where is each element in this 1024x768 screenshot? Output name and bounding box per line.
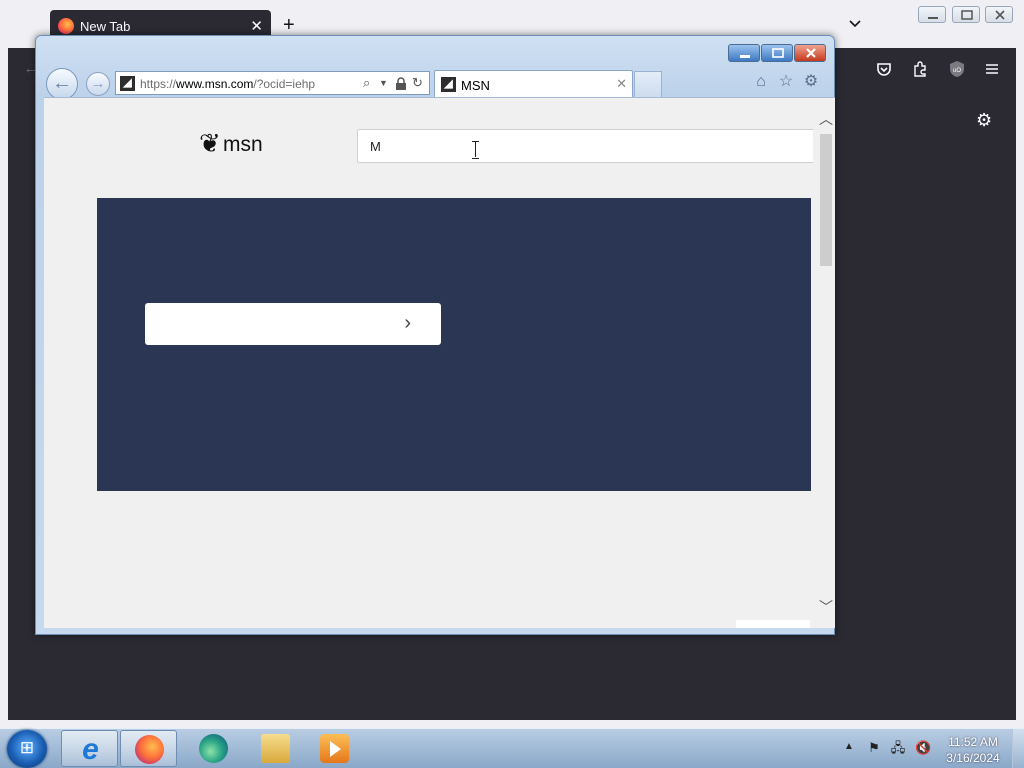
volume-muted-icon[interactable]: 🔇 (915, 740, 931, 756)
show-hidden-icons-icon[interactable]: ▲ (844, 741, 854, 752)
msn-search-box[interactable] (357, 129, 813, 163)
close-icon (806, 48, 816, 58)
lock-icon[interactable] (395, 77, 407, 90)
taskbar-edge[interactable] (185, 730, 242, 767)
ie-minimize-button[interactable] (728, 44, 760, 62)
restore-icon (961, 10, 973, 20)
favorites-star-icon[interactable]: ☆ (777, 73, 795, 91)
internet-explorer-icon: e (82, 733, 99, 766)
clock-date: 3/16/2024 (946, 751, 1000, 765)
edge-icon (199, 734, 228, 763)
ie-restore-button[interactable] (761, 44, 793, 62)
feedback-tab[interactable] (736, 620, 810, 628)
back-arrow-icon: ← (52, 72, 72, 94)
action-center-flag-icon[interactable]: ⚑ (866, 740, 882, 756)
minimize-icon (928, 17, 938, 19)
tools-gear-icon[interactable]: ⚙ (802, 73, 820, 91)
taskbar: ⊞ e ▲ ⚑ 🖧 🔇 11:52 AM 3/16/2024 (0, 728, 1024, 768)
msn-favicon-icon: ◢ (441, 77, 456, 92)
ie-window: ← → ◢ https://www.msn.com/?ocid=iehp ⌕ ▼… (35, 35, 835, 635)
taskbar-firefox[interactable] (120, 730, 177, 767)
clock[interactable]: 11:52 AM 3/16/2024 (942, 734, 1004, 766)
chevron-right-icon: › (404, 312, 411, 334)
close-tab-icon[interactable]: ✕ (616, 76, 627, 92)
taskbar-internet-explorer[interactable]: e (61, 730, 118, 767)
ie-close-button[interactable] (794, 44, 826, 62)
forward-arrow-icon: → (90, 75, 106, 92)
scroll-up-icon[interactable]: ︿ (817, 110, 835, 128)
folder-icon (261, 734, 290, 763)
firefox-icon (135, 735, 164, 764)
gear-icon[interactable]: ⚙ (976, 111, 994, 129)
menu-icon[interactable] (983, 60, 1001, 78)
restore-icon (772, 48, 784, 58)
msn-logo-text: msn (223, 133, 263, 156)
text-cursor-icon (472, 141, 480, 159)
ie-new-tab-button[interactable] (634, 71, 662, 97)
close-tab-icon[interactable]: ✕ (250, 17, 263, 35)
search-icon[interactable]: ⌕ (363, 75, 370, 91)
start-button[interactable]: ⊞ (7, 730, 47, 768)
forward-button[interactable]: → (86, 72, 110, 96)
new-tab-button[interactable]: + (283, 15, 295, 35)
home-icon[interactable]: ⌂ (752, 73, 770, 91)
svg-text:uO: uO (953, 68, 961, 74)
banner-link-button[interactable]: › (145, 303, 441, 345)
taskbar-media-player[interactable] (306, 730, 363, 767)
ie-content-area: ❦ msn › ︿ ﹀ (44, 97, 835, 628)
msn-butterfly-icon: ❦ (199, 128, 221, 158)
dropdown-icon[interactable]: ▼ (379, 78, 388, 88)
firefox-tab-title: New Tab (80, 19, 131, 34)
msn-banner: › (97, 198, 811, 491)
ie-tab-msn[interactable]: ◢ MSN ✕ (434, 70, 633, 97)
search-input[interactable] (358, 130, 813, 162)
back-button[interactable]: ← (46, 68, 78, 100)
extensions-icon[interactable] (911, 60, 929, 78)
msn-favicon-icon: ◢ (120, 76, 135, 91)
scroll-down-icon[interactable]: ﹀ (817, 598, 835, 616)
ublock-icon[interactable]: uO (948, 60, 966, 78)
address-url[interactable]: https://www.msn.com/?ocid=iehp (140, 77, 315, 91)
scrollbar-thumb[interactable] (820, 134, 832, 266)
windows-logo-icon: ⊞ (19, 738, 35, 757)
close-icon (995, 10, 1005, 20)
vertical-scrollbar[interactable]: ︿ ﹀ (817, 98, 835, 628)
minimize-icon (740, 55, 750, 58)
address-bar[interactable]: ◢ https://www.msn.com/?ocid=iehp ⌕ ▼ ↻ (115, 71, 430, 95)
maximize-button[interactable] (952, 6, 980, 23)
refresh-icon[interactable]: ↻ (412, 75, 423, 91)
firefox-icon (58, 18, 74, 34)
close-button[interactable] (985, 6, 1013, 23)
taskbar-windows-explorer[interactable] (247, 730, 304, 767)
network-icon[interactable]: 🖧 (890, 740, 906, 756)
show-desktop-button[interactable] (1012, 729, 1024, 768)
ie-tab-title: MSN (461, 78, 490, 93)
minimize-button[interactable] (918, 6, 946, 23)
clock-time: 11:52 AM (948, 735, 998, 749)
list-all-tabs-icon[interactable] (847, 16, 863, 32)
pocket-icon[interactable] (875, 60, 893, 78)
media-player-icon (320, 734, 349, 763)
